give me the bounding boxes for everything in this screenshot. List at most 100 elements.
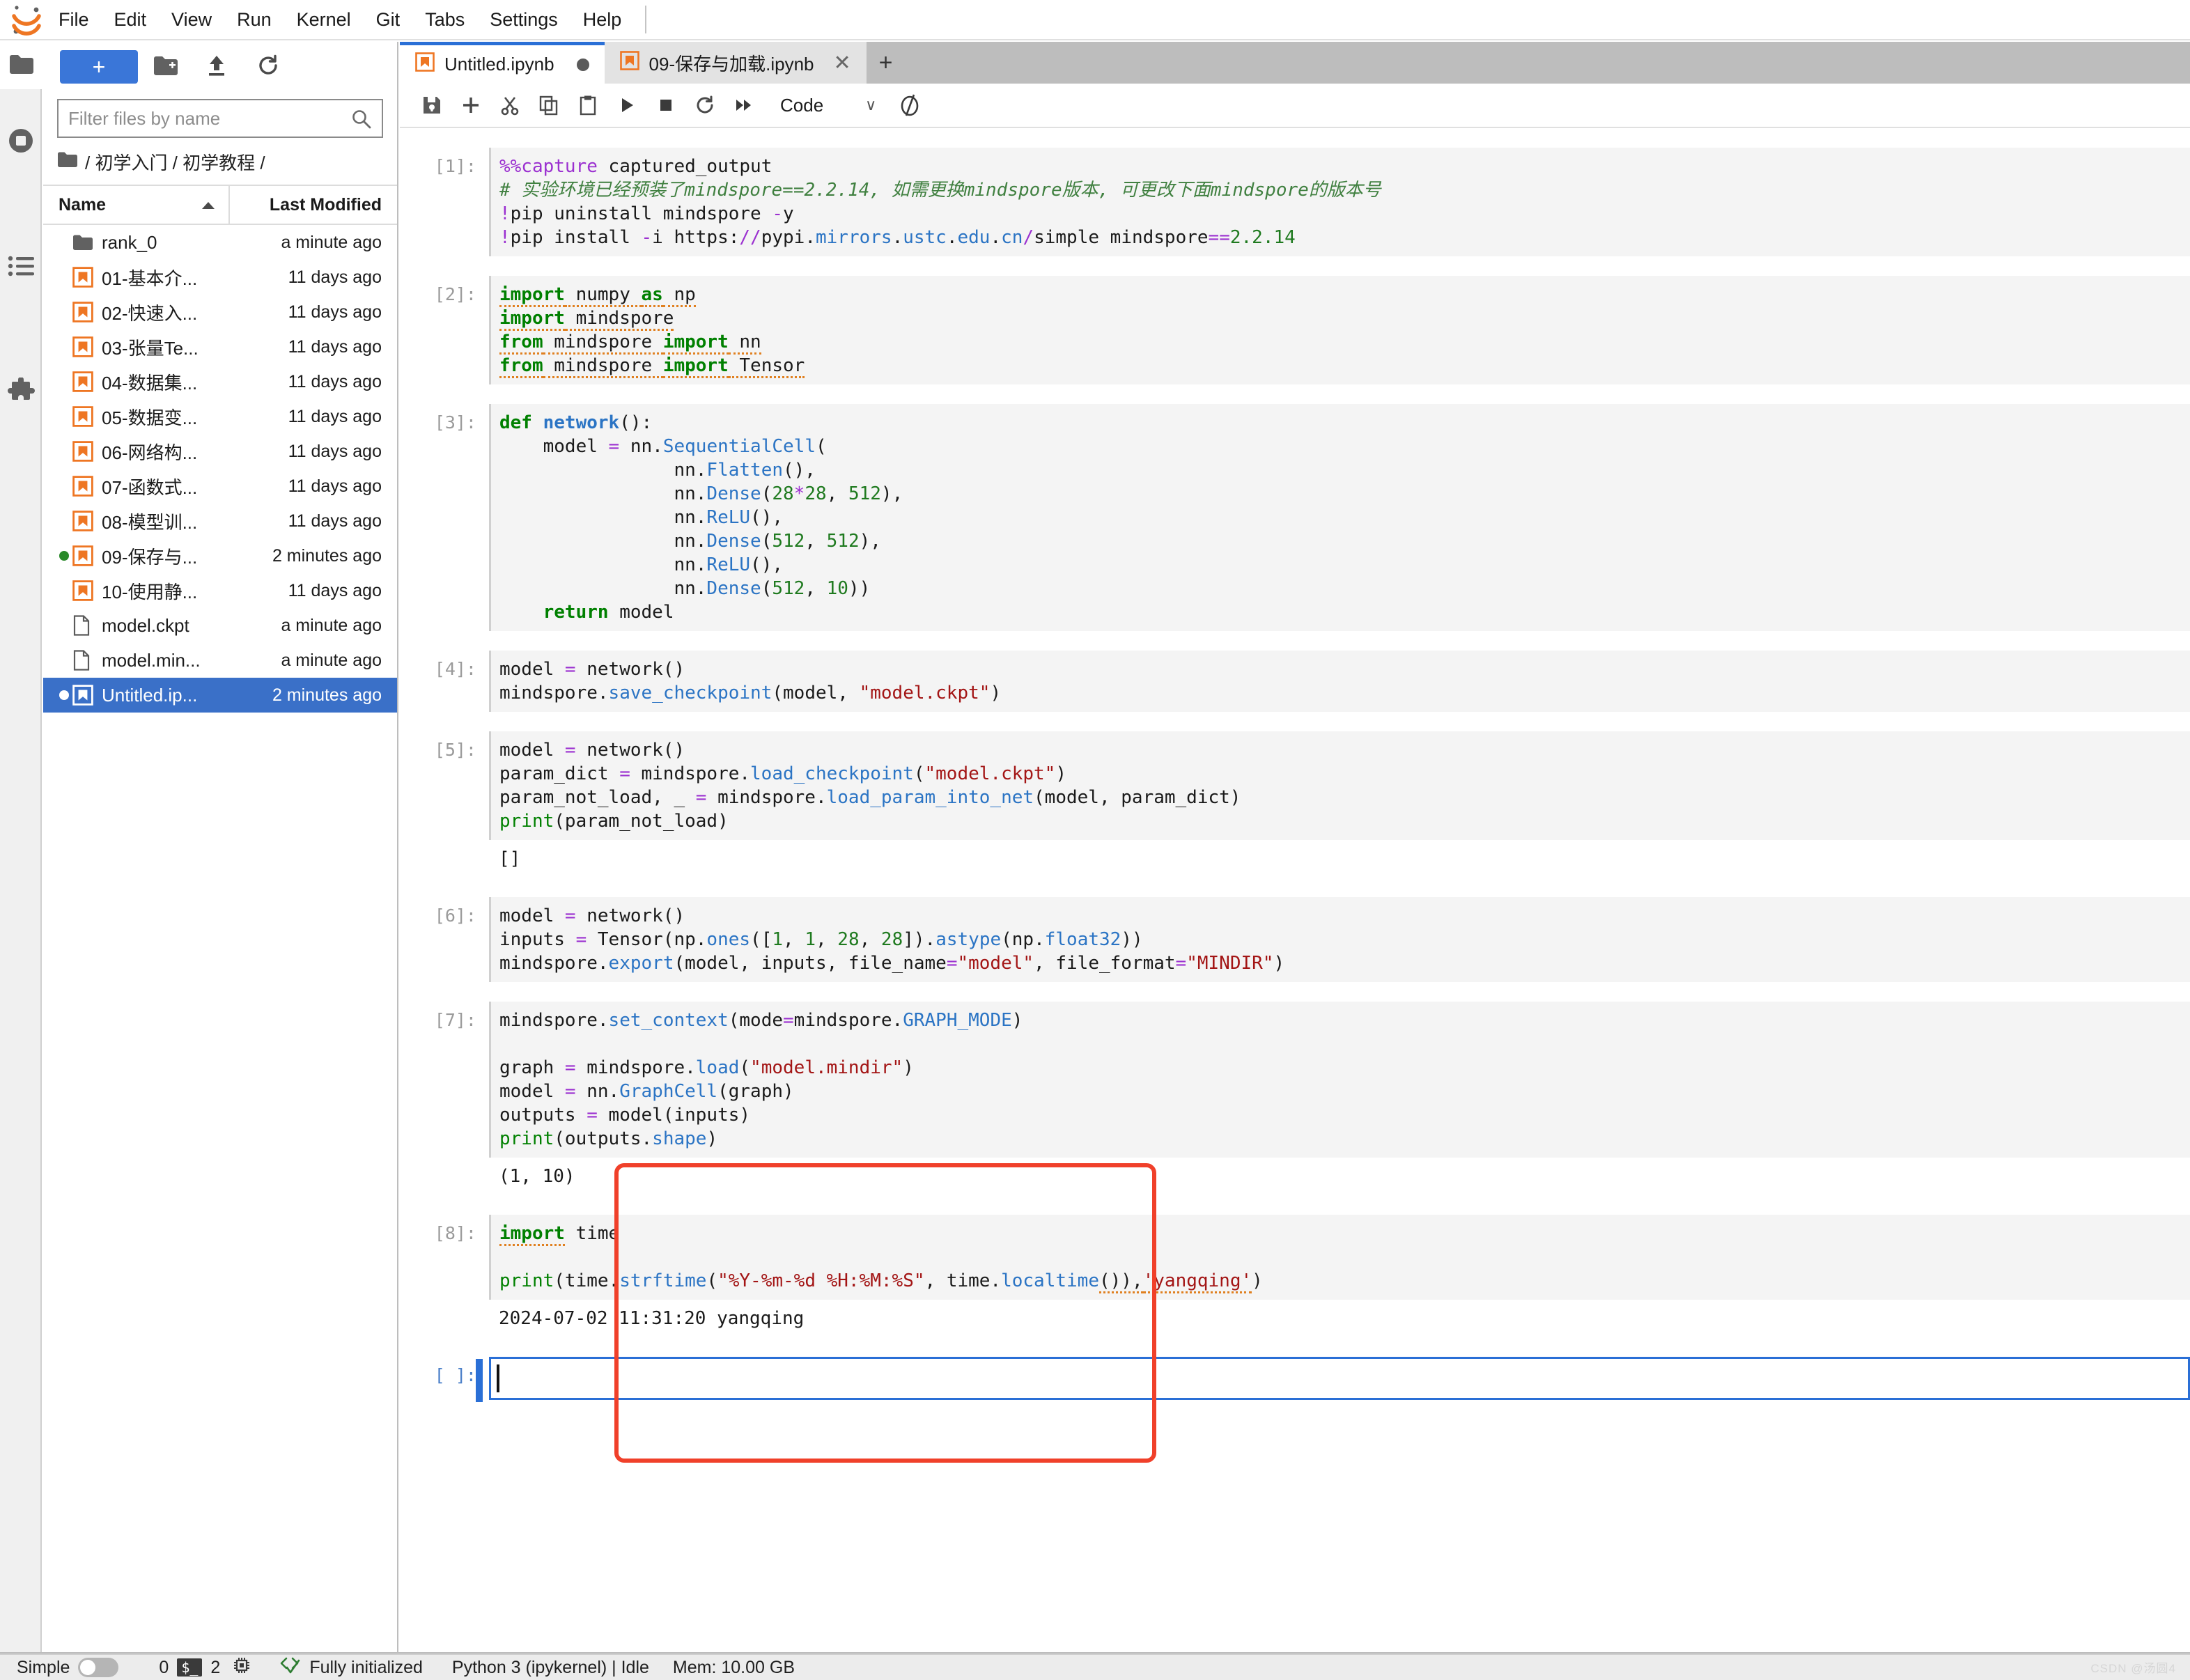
simple-mode-control[interactable]: Simple [17, 1658, 119, 1678]
cell-source[interactable]: model = network() param_dict = mindspore.… [489, 731, 2190, 840]
file-row[interactable]: 09-保存与... 2 minutes ago [43, 538, 397, 573]
insert-cell-icon[interactable] [451, 86, 490, 125]
commands-list-icon[interactable] [0, 233, 42, 300]
new-folder-icon[interactable] [153, 55, 178, 79]
breadcrumb-root-folder-icon[interactable] [57, 151, 78, 173]
cell-source[interactable]: mindspore.set_context(mode=mindspore.GRA… [489, 1002, 2190, 1158]
code-token: 512 [826, 531, 860, 552]
notebook-cell[interactable]: [6]: model = network() inputs = Tensor(np.… [400, 897, 2190, 982]
code-token: ustc [903, 227, 947, 248]
column-header-name[interactable]: Name [43, 186, 230, 224]
notebook-cell[interactable]: [1]: %%capture captured_output # 实验环境已经预装了… [400, 148, 2190, 256]
code-token: ( [913, 763, 925, 784]
file-icon [72, 615, 102, 636]
simple-mode-toggle[interactable] [78, 1658, 119, 1677]
notebook-icon [72, 441, 102, 462]
code-token: = [695, 787, 707, 808]
file-row[interactable]: 02-快速入... 11 days ago [43, 295, 397, 329]
file-row[interactable]: 03-张量Te... 11 days ago [43, 329, 397, 364]
file-row[interactable]: 05-数据变... 11 days ago [43, 399, 397, 434]
menu-run[interactable]: Run [224, 0, 284, 39]
cell-source[interactable]: import time print(time.strftime("%Y-%m-%… [489, 1215, 2190, 1300]
upload-icon[interactable] [206, 54, 227, 80]
cell-container: [1]: %%capture captured_output # 实验环境已经预装了… [400, 128, 2190, 1402]
notebook-cell[interactable]: [4]: model = network() mindspore.save_chec… [400, 651, 2190, 712]
search-box[interactable] [57, 99, 383, 138]
restart-icon[interactable] [685, 86, 724, 125]
menu-tabs[interactable]: Tabs [412, 0, 477, 39]
search-input[interactable] [59, 107, 344, 130]
menu-divider [645, 6, 647, 33]
cell-source[interactable]: %%capture captured_output # 实验环境已经预装了mind… [489, 148, 2190, 256]
restart-run-all-icon[interactable] [724, 86, 763, 125]
notebook-cell[interactable]: [8]: import time print(time.strftime("%Y-… [400, 1215, 2190, 1300]
run-icon[interactable] [607, 86, 646, 125]
file-last-modified: 11 days ago [288, 267, 382, 287]
save-icon[interactable] [412, 86, 451, 125]
git-status-indicator[interactable]: Fully initialized [280, 1656, 423, 1679]
add-tab-button[interactable]: + [867, 42, 906, 84]
menu-git[interactable]: Git [364, 0, 413, 39]
running-terminals-icon[interactable] [0, 107, 42, 174]
breadcrumb[interactable]: / 初学入门 / 初学教程 / [43, 145, 397, 185]
code-line: model = network() [499, 904, 2190, 928]
menu-help[interactable]: Help [570, 0, 635, 39]
file-row[interactable]: 01-基本介... 11 days ago [43, 260, 397, 295]
cell-prompt: [3]: [434, 412, 476, 433]
new-launcher-button[interactable]: + [60, 50, 138, 84]
tab-09-save-load-ipynb[interactable]: 09-保存与加载.ipynb ✕ [604, 42, 867, 84]
code-token: import [662, 332, 729, 355]
kernel-info[interactable]: Python 3 (ipykernel) | Idle [452, 1658, 649, 1678]
breadcrumb-path[interactable]: / 初学入门 / 初学教程 / [85, 149, 265, 175]
menu-file[interactable]: File [46, 0, 102, 39]
file-row[interactable]: 04-数据集... 11 days ago [43, 364, 397, 399]
notebook-cell[interactable]: [2]: import numpy as np import mindspore fr… [400, 276, 2190, 384]
code-token: "MINDIR" [1186, 953, 1274, 974]
refresh-icon[interactable] [256, 54, 280, 81]
notebook-cell[interactable]: [5]: model = network() param_dict = mindsp… [400, 731, 2190, 840]
code-token: = [1175, 953, 1187, 974]
file-row[interactable]: model.min... a minute ago [43, 643, 397, 678]
cell-prompt: [2]: [434, 284, 476, 304]
code-token: # 实验环境已经预装了mindspore==2.2.14, 如需更换mindsp… [499, 180, 1381, 201]
menu-edit[interactable]: Edit [102, 0, 160, 39]
code-token: pip install [510, 227, 642, 248]
cell-source[interactable]: model = network() mindspore.save_checkpoi… [489, 651, 2190, 712]
folder-icon[interactable] [9, 54, 34, 78]
menu-kernel[interactable]: Kernel [284, 0, 364, 39]
file-last-modified: 11 days ago [288, 441, 382, 461]
close-icon[interactable]: ✕ [834, 51, 851, 75]
file-row[interactable]: 06-网络构... 11 days ago [43, 434, 397, 469]
file-row[interactable]: 08-模型训... 11 days ago [43, 504, 397, 538]
file-icon [72, 650, 102, 671]
notebook-cell[interactable]: [7]: mindspore.set_context(mode=mindspore… [400, 1002, 2190, 1158]
cell-source[interactable]: def network(): model = nn.SequentialCell… [489, 404, 2190, 631]
file-row[interactable]: rank_0 a minute ago [43, 225, 397, 260]
notebook-cell[interactable]: [ ]: [400, 1357, 2190, 1402]
code-token: = [619, 763, 630, 784]
file-name: model.ckpt [102, 614, 189, 636]
extension-puzzle-icon[interactable] [0, 358, 42, 425]
menu-view[interactable]: View [159, 0, 224, 39]
file-row[interactable]: 07-函数式... 11 days ago [43, 469, 397, 504]
column-header-last-modified[interactable]: Last Modified [230, 195, 397, 215]
tab-untitled-ipynb[interactable]: Untitled.ipynb [400, 42, 605, 84]
file-row[interactable]: Untitled.ip... 2 minutes ago [43, 678, 397, 713]
notebook-icon [72, 336, 102, 357]
file-name: 06-网络构... [102, 442, 198, 463]
cell-source[interactable]: model = network() inputs = Tensor(np.ones… [489, 897, 2190, 982]
stop-icon[interactable] [646, 86, 685, 125]
notebook-cell[interactable]: [3]: def network(): model = nn.Sequential… [400, 404, 2190, 631]
menu-settings[interactable]: Settings [477, 0, 570, 39]
paste-icon[interactable] [568, 86, 607, 125]
kernel-count-indicator[interactable]: 0 $_ 2 [159, 1656, 251, 1679]
tab-bar: Untitled.ipynb 09-保存与加载.ipynb ✕ + [400, 42, 2190, 84]
cell-type-select[interactable]: Code ∨ [780, 95, 876, 116]
file-row[interactable]: 10-使用静... 11 days ago [43, 573, 397, 608]
code-line: print(time.strftime("%Y-%m-%d %H:%M:%S",… [499, 1269, 2190, 1293]
cell-source[interactable]: import numpy as np import mindspore from m… [489, 276, 2190, 384]
cut-icon[interactable] [490, 86, 529, 125]
copy-icon[interactable] [529, 86, 568, 125]
file-row[interactable]: model.ckpt a minute ago [43, 608, 397, 643]
active-cell-editor[interactable] [476, 1357, 2190, 1402]
